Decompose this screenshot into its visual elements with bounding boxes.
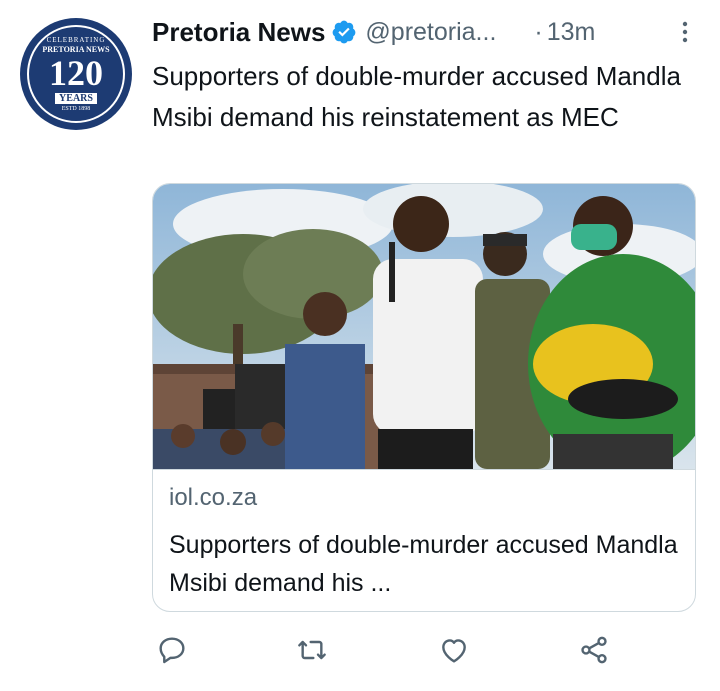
card-domain: iol.co.za [169,484,258,511]
avatar[interactable]: CELEBRATING PRETORIA NEWS 120 YEARS ESTD… [20,18,132,130]
avatar-years: YEARS [55,93,97,104]
retweet-button[interactable] [292,632,332,672]
tweet-header: Pretoria News @pretoria... · 13m [152,14,690,50]
reply-icon [156,634,188,671]
card-image[interactable] [153,184,695,474]
reply-button[interactable] [152,632,192,672]
share-icon [578,634,610,671]
account-handle[interactable]: @pretoria... [365,18,496,47]
tweet[interactable]: CELEBRATING PRETORIA NEWS 120 YEARS ESTD… [0,0,720,691]
account-name[interactable]: Pretoria News [152,17,325,48]
avatar-logo: CELEBRATING PRETORIA NEWS 120 YEARS ESTD… [27,25,125,123]
avatar-top-text: CELEBRATING [46,36,106,44]
share-button[interactable] [574,632,614,672]
like-button[interactable] [434,632,474,672]
avatar-number: 120 [49,53,103,93]
more-options-icon[interactable] [680,20,690,44]
separator-dot: · [534,17,543,46]
avatar-est: ESTD 1898 [61,106,91,112]
like-icon [438,634,470,671]
tweet-text: Supporters of double-murder accused Mand… [152,61,681,132]
retweet-icon [296,634,328,671]
card-body[interactable]: iol.co.za Supporters of double-murder ac… [153,469,695,611]
action-bar [152,632,622,676]
card-title: Supporters of double-murder accused Mand… [169,531,678,597]
link-card[interactable]: iol.co.za Supporters of double-murder ac… [152,183,696,612]
verified-badge-icon [331,19,357,45]
tweet-timestamp[interactable]: 13m [547,18,596,47]
